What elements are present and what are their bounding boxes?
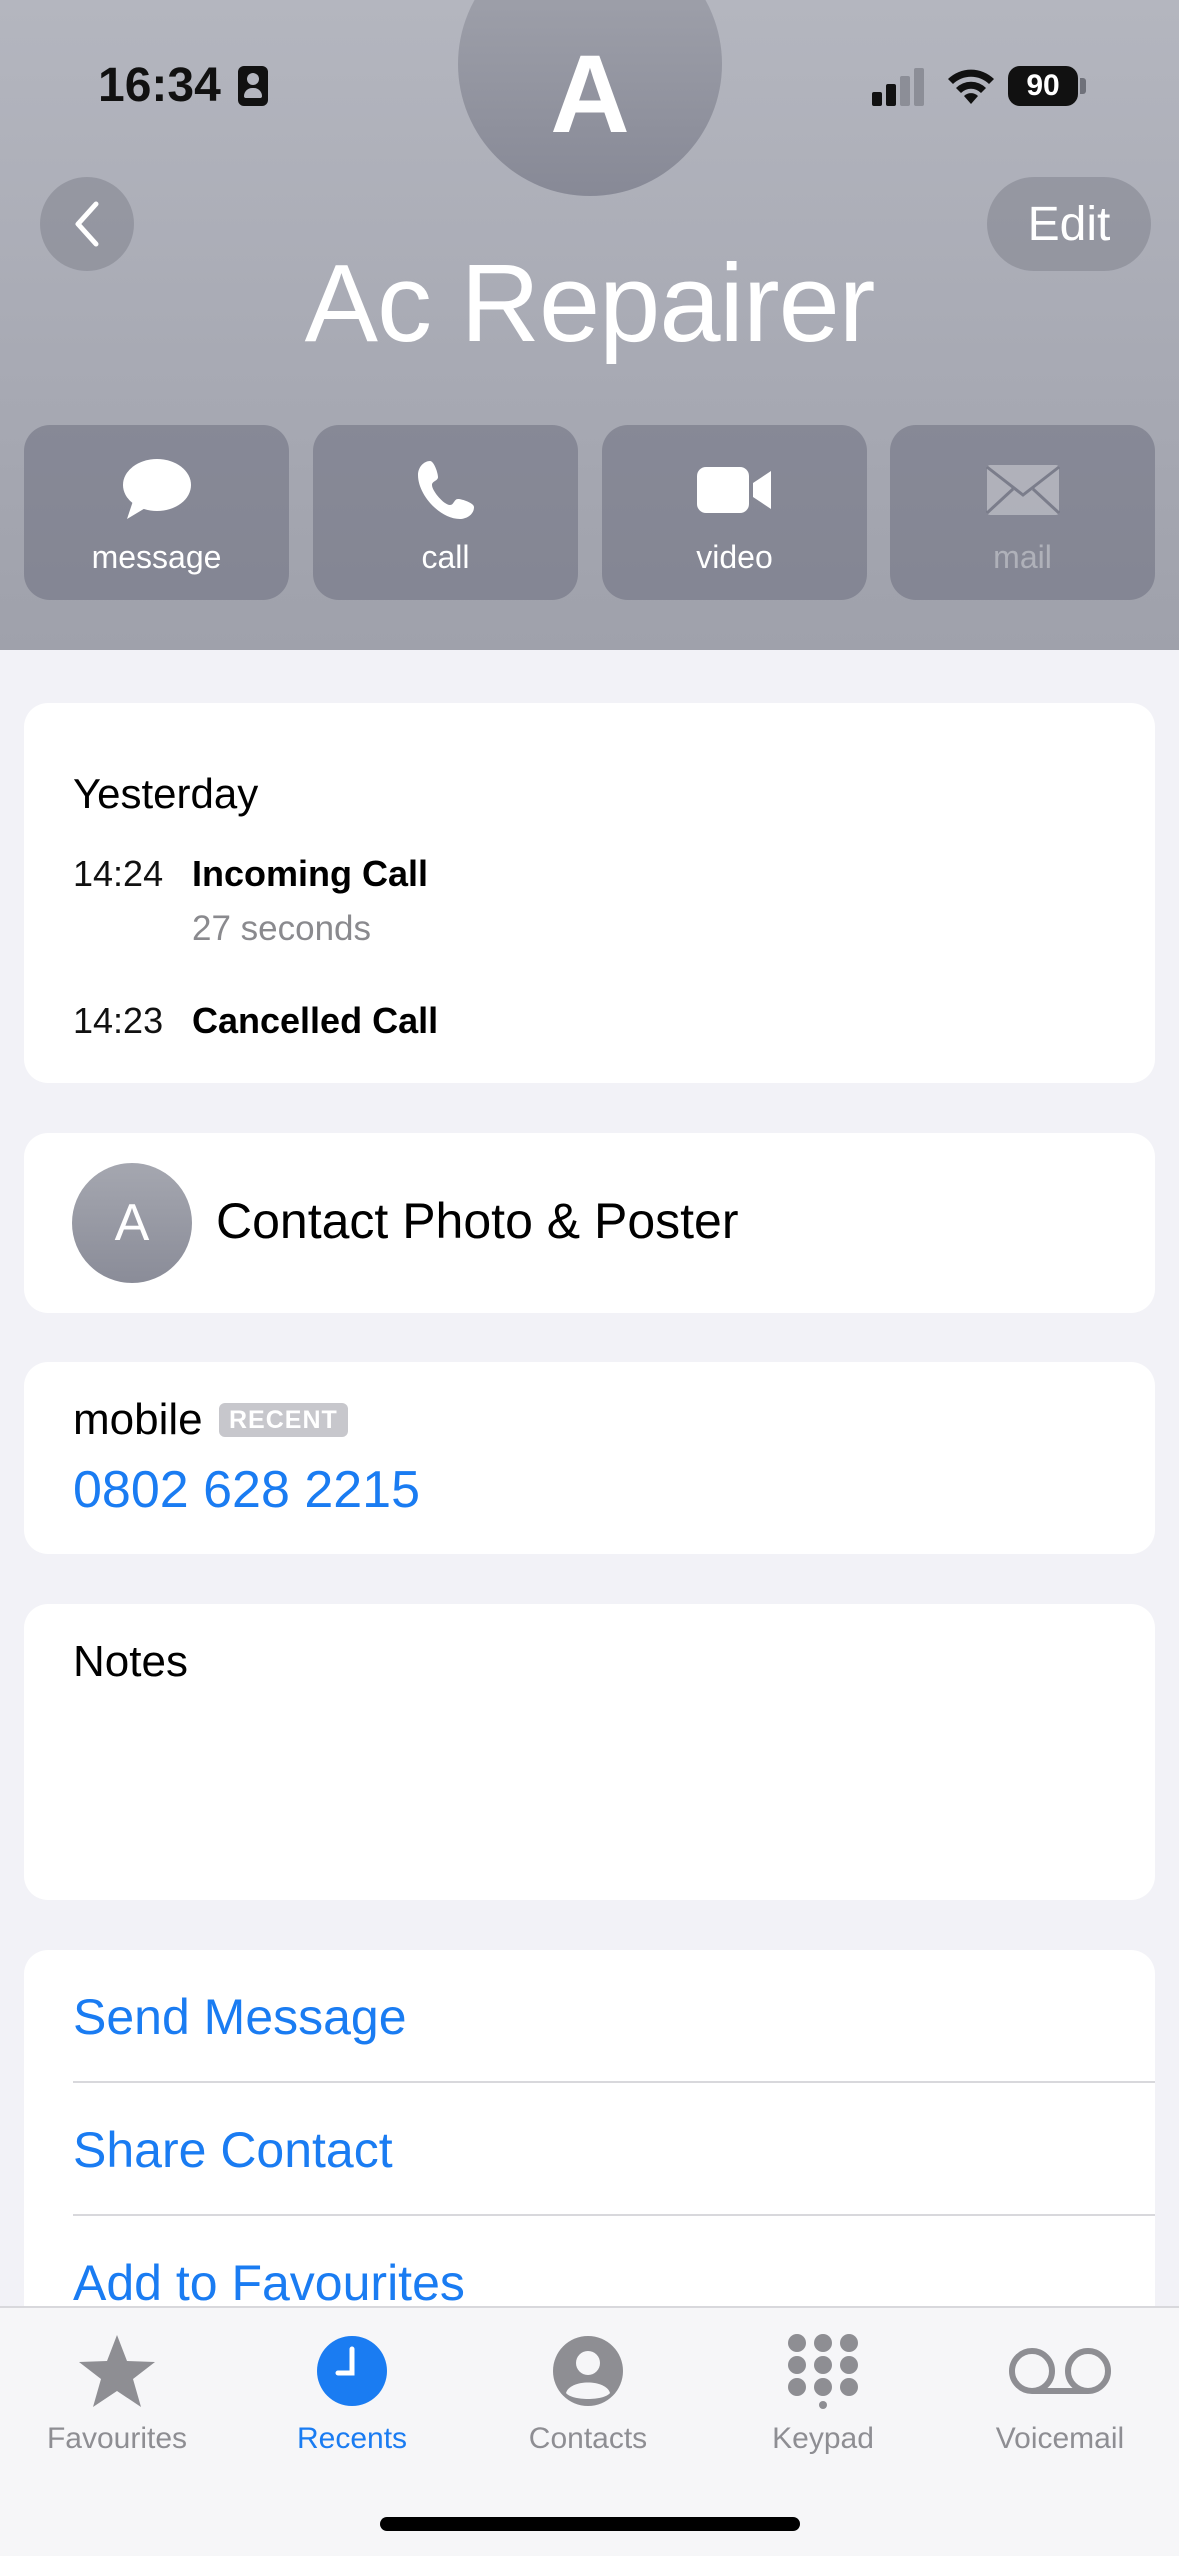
phone-label: mobile <box>73 1395 203 1444</box>
phone-number[interactable]: 0802 628 2215 <box>73 1460 420 1520</box>
list-separator <box>73 2214 1155 2216</box>
tab-label: Voicemail <box>995 2422 1125 2455</box>
battery-tip <box>1080 78 1086 94</box>
envelope-icon <box>985 465 1060 515</box>
home-indicator <box>380 2517 800 2531</box>
status-bar-time: 16:34 <box>98 59 221 112</box>
call-history-day: Yesterday <box>73 770 259 817</box>
mail-action-button[interactable]: mail <box>890 425 1155 600</box>
cellular-signal-icon <box>872 66 932 106</box>
recent-badge: RECENT <box>219 1403 348 1437</box>
person-circle-icon <box>553 2336 623 2406</box>
call-type: Cancelled Call <box>192 1000 439 1041</box>
video-action-label: video <box>696 539 773 575</box>
tab-keypad[interactable]: Keypad <box>723 2330 923 2456</box>
tab-recents[interactable]: Recents <box>252 2330 452 2456</box>
share-contact-link[interactable]: Share Contact <box>73 2121 393 2179</box>
call-type: Incoming Call <box>192 853 429 894</box>
quick-actions: message call video mail <box>24 425 1155 600</box>
contact-avatar-letter: A <box>550 32 630 156</box>
message-action-button[interactable]: message <box>24 425 289 600</box>
list-separator <box>73 2081 1155 2083</box>
keypad-icon <box>788 2334 858 2409</box>
clock-icon <box>317 2336 387 2406</box>
tab-label: Favourites <box>46 2422 188 2455</box>
battery-level: 90 <box>1026 69 1060 102</box>
call-duration: 27 seconds <box>192 909 372 948</box>
star-icon <box>79 2335 155 2407</box>
call-time: 14:24 <box>73 853 164 894</box>
call-time: 14:23 <box>73 1000 164 1041</box>
call-action-button[interactable]: call <box>313 425 578 600</box>
tab-label: Contacts <box>528 2422 648 2455</box>
video-camera-icon <box>696 467 771 513</box>
phone-number-card[interactable] <box>24 1362 1155 1554</box>
video-action-button[interactable]: video <box>602 425 867 600</box>
voicemail-icon <box>1009 2348 1111 2394</box>
notes-label: Notes <box>73 1637 188 1686</box>
phone-icon <box>417 461 474 519</box>
tab-contacts[interactable]: Contacts <box>488 2330 688 2456</box>
tab-label: Keypad <box>772 2422 874 2455</box>
poster-avatar: A <box>72 1163 192 1283</box>
mail-action-label: mail <box>993 539 1052 575</box>
tab-voicemail[interactable]: Voicemail <box>960 2330 1160 2456</box>
message-action-label: message <box>91 539 222 575</box>
tab-favourites[interactable]: Favourites <box>17 2330 217 2456</box>
contact-avatar: A <box>458 0 722 196</box>
contact-card-icon <box>238 66 268 106</box>
send-message-link[interactable]: Send Message <box>73 1988 407 2046</box>
contact-header: A 16:34 90 Edit Ac Repairer message call… <box>0 0 1179 650</box>
notes-card[interactable] <box>24 1604 1155 1900</box>
wifi-icon <box>948 69 994 104</box>
add-to-favourites-link[interactable]: Add to Favourites <box>73 2254 465 2312</box>
message-bubble-icon <box>122 459 191 519</box>
tab-label: Recents <box>296 2422 408 2455</box>
poster-avatar-letter: A <box>114 1194 150 1252</box>
call-action-label: call <box>421 539 470 575</box>
contact-name: Ac Repairer <box>304 242 876 365</box>
battery-icon: 90 <box>1008 66 1078 106</box>
contact-poster-label: Contact Photo & Poster <box>216 1193 739 1249</box>
